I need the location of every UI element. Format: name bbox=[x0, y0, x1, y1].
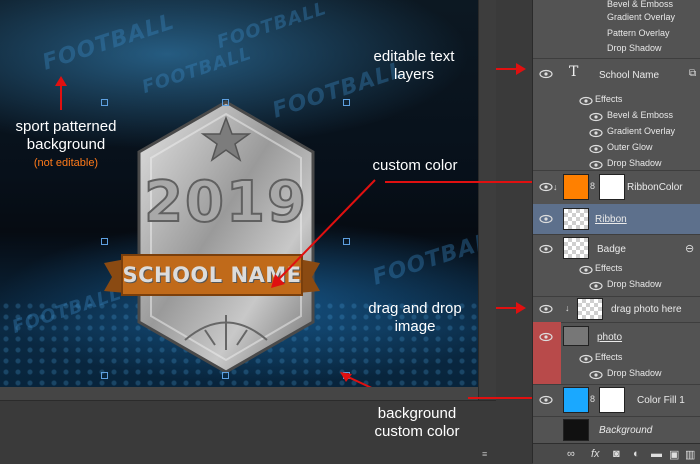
eye-icon[interactable] bbox=[579, 96, 593, 106]
layer-name[interactable]: Background bbox=[599, 425, 652, 436]
folder-icon[interactable]: ▬ bbox=[651, 448, 662, 460]
effect-item[interactable]: Bevel & Emboss bbox=[607, 110, 673, 120]
link-icon: ⊖ bbox=[685, 243, 695, 255]
link-icon[interactable]: ∞ bbox=[567, 448, 575, 460]
document-workspace: FOOTBALL FOOTBALL FOOTBALL FOOTBALL FOOT… bbox=[0, 0, 497, 464]
clip-arrow-icon: ↓ bbox=[553, 182, 558, 192]
eye-icon[interactable] bbox=[539, 304, 553, 314]
layer-name[interactable]: photo bbox=[597, 332, 622, 343]
transform-handle[interactable] bbox=[101, 372, 108, 379]
eye-icon[interactable] bbox=[589, 144, 603, 154]
effect-item[interactable]: Pattern Overlay bbox=[607, 28, 670, 38]
layer-mask[interactable] bbox=[599, 387, 625, 413]
effects-label[interactable]: Effects bbox=[595, 263, 622, 273]
transform-handle[interactable] bbox=[101, 238, 108, 245]
layer-effects-top: Bevel & Emboss Gradient Overlay Pattern … bbox=[533, 0, 700, 59]
effects-label[interactable]: Effects bbox=[595, 94, 622, 104]
eye-icon[interactable] bbox=[589, 370, 603, 380]
watermark-text: FOOTBALL bbox=[139, 42, 255, 99]
effects-label[interactable]: Effects bbox=[595, 352, 622, 362]
layer-color-fill[interactable]: 8 Color Fill 1 bbox=[533, 384, 700, 417]
label-text: sport patterned background bbox=[15, 118, 117, 153]
label-sport-background: sport patterned background (not editable… bbox=[2, 118, 130, 172]
layer-thumbnail bbox=[577, 298, 603, 320]
new-layer-icon[interactable]: ▣ bbox=[669, 448, 679, 461]
arrow-right-icon bbox=[496, 302, 526, 314]
effect-item[interactable]: Drop Shadow bbox=[607, 279, 662, 289]
eye-icon[interactable] bbox=[539, 244, 553, 254]
eye-icon[interactable] bbox=[539, 182, 553, 192]
eye-icon[interactable] bbox=[579, 354, 593, 364]
arrow-bg-icon bbox=[340, 372, 372, 387]
transform-handle[interactable] bbox=[343, 99, 350, 106]
layer-school-name[interactable]: T School Name ⧉ Effects Bevel & Emboss G… bbox=[533, 58, 700, 171]
watermark-text: FOOTBALL bbox=[369, 224, 478, 291]
menu-icon[interactable]: ≡ bbox=[482, 449, 487, 459]
eye-icon[interactable] bbox=[589, 112, 603, 122]
color-swatch[interactable] bbox=[563, 174, 589, 200]
layer-mask[interactable] bbox=[599, 174, 625, 200]
eye-icon[interactable] bbox=[579, 265, 593, 275]
transform-handle[interactable] bbox=[222, 99, 229, 106]
transform-handle[interactable] bbox=[222, 372, 229, 379]
eye-icon[interactable] bbox=[539, 214, 553, 224]
workspace-bottom: background custom color ≡ bbox=[0, 400, 496, 464]
eye-icon[interactable] bbox=[589, 128, 603, 138]
label-note: (not editable) bbox=[33, 157, 99, 169]
layer-name[interactable]: Badge bbox=[597, 244, 626, 255]
effect-item[interactable]: Drop Shadow bbox=[607, 158, 662, 168]
clip-arrow-icon: ↓ bbox=[565, 303, 570, 313]
layer-thumbnail bbox=[563, 237, 589, 259]
transform-handle[interactable] bbox=[101, 99, 108, 106]
watermark-text: FOOTBALL bbox=[39, 9, 178, 76]
eye-icon[interactable] bbox=[589, 160, 603, 170]
layers-panel: Bevel & Emboss Gradient Overlay Pattern … bbox=[532, 0, 700, 464]
layer-thumbnail bbox=[563, 419, 589, 441]
trash-icon[interactable]: ▥ bbox=[685, 448, 695, 461]
layer-drag-photo[interactable]: ↓ drag photo here bbox=[533, 296, 700, 323]
color-swatch[interactable] bbox=[563, 387, 589, 413]
layer-thumbnail bbox=[563, 208, 589, 230]
mask-icon[interactable]: ◙ bbox=[613, 448, 620, 460]
label-editable-text: editable text layers bbox=[373, 48, 455, 83]
link-icon: ⧉ bbox=[689, 68, 697, 79]
layer-photo[interactable]: photo Effects Drop Shadow bbox=[533, 322, 700, 385]
effect-item[interactable]: Drop Shadow bbox=[607, 43, 662, 53]
fx-icon[interactable]: fx bbox=[591, 448, 600, 460]
layer-name[interactable]: Ribbon bbox=[595, 214, 627, 225]
label-custom-color: custom color bbox=[372, 157, 458, 174]
chain-icon: 8 bbox=[590, 394, 596, 404]
adjustment-icon[interactable]: ◐ bbox=[633, 448, 640, 460]
effect-item[interactable]: Gradient Overlay bbox=[607, 12, 675, 22]
watermark-text: FOOTBALL bbox=[214, 0, 330, 54]
label-background-color: background custom color bbox=[374, 405, 460, 440]
effect-item[interactable]: Bevel & Emboss bbox=[607, 0, 673, 9]
layer-ribbon-color[interactable]: ↓ 8 RibbonColor bbox=[533, 170, 700, 205]
vertical-scrollbar[interactable] bbox=[478, 0, 497, 400]
connector-color-line bbox=[385, 180, 560, 187]
layers-toolbar: ∞ fx ◙ ◐ ▬ ▣ ▥ bbox=[533, 443, 700, 464]
effect-item[interactable]: Outer Glow bbox=[607, 142, 653, 152]
arrow-up-icon bbox=[55, 76, 67, 110]
layer-thumbnail bbox=[563, 326, 589, 346]
layer-background[interactable]: Background bbox=[533, 416, 700, 444]
eye-icon[interactable] bbox=[539, 332, 553, 342]
layer-name[interactable]: Color Fill 1 bbox=[637, 395, 685, 406]
effect-item[interactable]: Gradient Overlay bbox=[607, 126, 675, 136]
layer-ribbon[interactable]: Ribbon bbox=[533, 204, 700, 235]
layer-name[interactable]: drag photo here bbox=[611, 304, 682, 315]
label-drag-drop: drag and drop image bbox=[368, 300, 462, 335]
layer-badge[interactable]: Badge ⊖ Effects Drop Shadow bbox=[533, 234, 700, 297]
effect-item[interactable]: Drop Shadow bbox=[607, 368, 662, 378]
layer-name[interactable]: School Name bbox=[599, 70, 659, 81]
chain-icon: 8 bbox=[590, 181, 596, 191]
arrow-right-icon bbox=[496, 63, 526, 75]
eye-icon[interactable] bbox=[589, 281, 603, 291]
layer-name[interactable]: RibbonColor bbox=[627, 182, 683, 193]
eye-icon[interactable] bbox=[539, 69, 553, 79]
eye-icon[interactable] bbox=[539, 395, 553, 405]
type-layer-icon: T bbox=[569, 64, 579, 80]
